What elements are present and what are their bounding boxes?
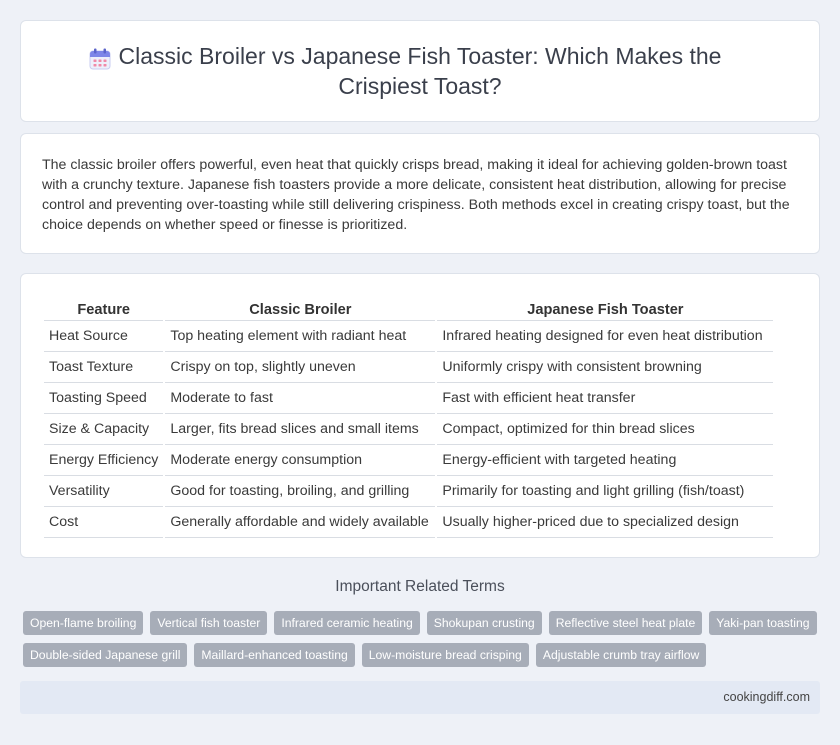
toaster-cell: Infrared heating designed for even heat … <box>437 321 774 352</box>
related-term-tag[interactable]: Double-sided Japanese grill <box>23 643 188 667</box>
broiler-cell: Generally affordable and widely availabl… <box>165 507 436 538</box>
related-term-tag[interactable]: Maillard-enhanced toasting <box>194 643 355 667</box>
table-row: Cost Generally affordable and widely ava… <box>44 507 774 538</box>
related-terms-heading: Important Related Terms <box>335 578 505 595</box>
table-row: Toast Texture Crispy on top, slightly un… <box>44 352 774 383</box>
summary-text: The classic broiler offers powerful, eve… <box>42 157 790 233</box>
feature-cell: Toasting Speed <box>44 383 164 414</box>
related-term-tag[interactable]: Yaki-pan toasting <box>709 611 817 635</box>
related-term-tag[interactable]: Vertical fish toaster <box>150 611 268 635</box>
related-term-tag[interactable]: Infrared ceramic heating <box>274 611 420 635</box>
title-card: Classic Broiler vs Japanese Fish Toaster… <box>20 20 820 122</box>
broiler-cell: Moderate to fast <box>165 383 436 414</box>
table-row: Heat Source Top heating element with rad… <box>44 321 774 352</box>
related-term-tag[interactable]: Reflective steel heat plate <box>548 611 703 635</box>
related-term-tag[interactable]: Adjustable crumb tray airflow <box>535 643 707 667</box>
feature-cell: Heat Source <box>44 321 164 352</box>
toaster-cell: Primarily for toasting and light grillin… <box>437 476 774 507</box>
header-feature: Feature <box>44 295 164 321</box>
table-header-row: Feature Classic Broiler Japanese Fish To… <box>44 295 774 321</box>
header-japanese-fish-toaster: Japanese Fish Toaster <box>437 295 774 321</box>
table-row: Toasting Speed Moderate to fast Fast wit… <box>44 383 774 414</box>
header-classic-broiler: Classic Broiler <box>165 295 436 321</box>
feature-cell: Toast Texture <box>44 352 164 383</box>
toaster-cell: Energy-efficient with targeted heating <box>437 445 774 476</box>
feature-cell: Cost <box>44 507 164 538</box>
feature-cell: Size & Capacity <box>44 414 164 445</box>
toaster-cell: Usually higher-priced due to specialized… <box>437 507 774 538</box>
related-term-tag[interactable]: Open-flame broiling <box>23 611 144 635</box>
broiler-cell: Moderate energy consumption <box>165 445 436 476</box>
toaster-cell: Fast with efficient heat transfer <box>437 383 774 414</box>
feature-cell: Energy Efficiency <box>44 445 164 476</box>
feature-cell: Versatility <box>44 476 164 507</box>
site-link[interactable]: cookingdiff.com <box>723 690 810 704</box>
broiler-cell: Larger, fits bread slices and small item… <box>165 414 436 445</box>
summary-card: The classic broiler offers powerful, eve… <box>20 133 820 254</box>
toaster-cell: Compact, optimized for thin bread slices <box>437 414 774 445</box>
table-row: Energy Efficiency Moderate energy consum… <box>44 445 774 476</box>
table-row: Versatility Good for toasting, broiling,… <box>44 476 774 507</box>
page-title: Classic Broiler vs Japanese Fish Toaster… <box>118 43 722 99</box>
toaster-cell: Uniformly crispy with consistent brownin… <box>437 352 774 383</box>
related-term-tag[interactable]: Shokupan crusting <box>426 611 542 635</box>
related-term-tag[interactable]: Low-moisture bread crisping <box>361 643 529 667</box>
broiler-cell: Good for toasting, broiling, and grillin… <box>165 476 436 507</box>
comparison-table: Feature Classic Broiler Japanese Fish To… <box>42 295 775 538</box>
table-row: Size & Capacity Larger, fits bread slice… <box>44 414 774 445</box>
footer: cookingdiff.com <box>20 681 820 714</box>
related-terms-list: Open-flame broiling Vertical fish toaste… <box>23 611 823 667</box>
broiler-cell: Top heating element with radiant heat <box>165 321 436 352</box>
comparison-card: Feature Classic Broiler Japanese Fish To… <box>20 273 820 558</box>
broiler-cell: Crispy on top, slightly uneven <box>165 352 436 383</box>
